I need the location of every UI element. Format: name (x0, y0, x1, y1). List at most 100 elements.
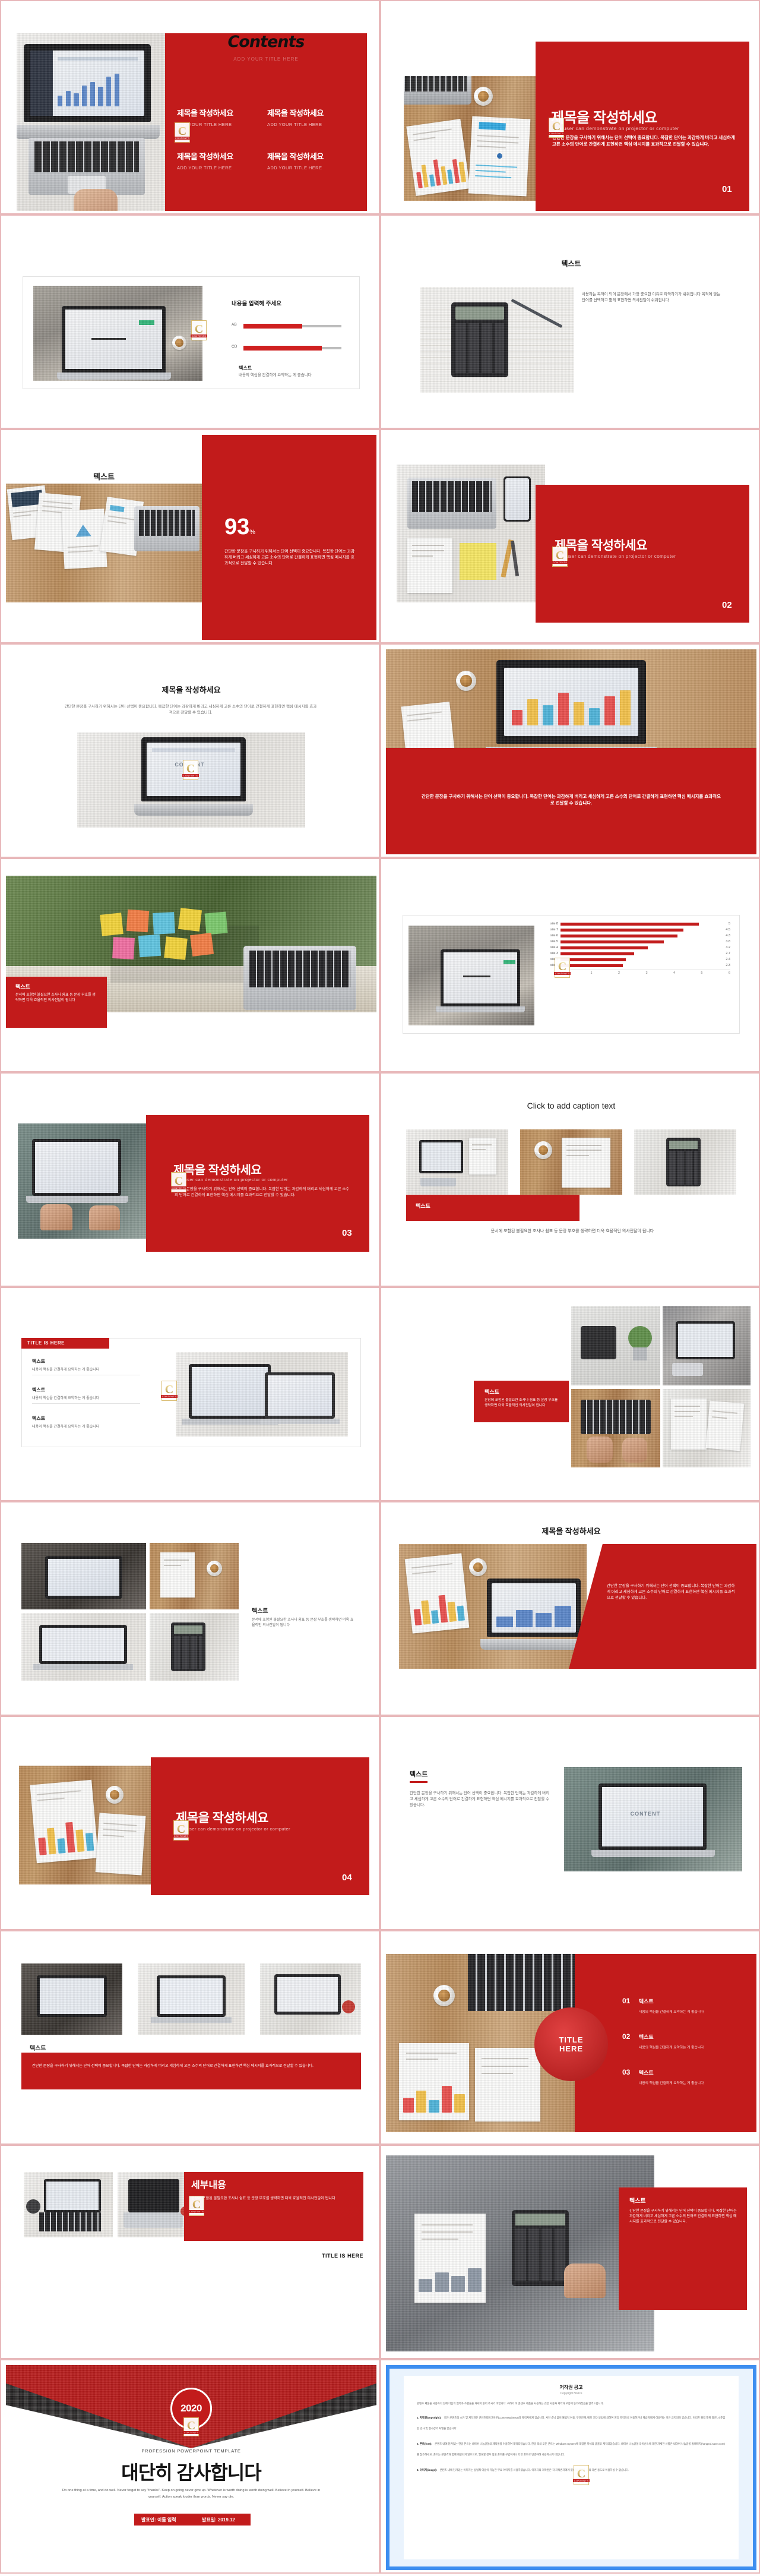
slide-bar-chart: site 8 5 site 7 4.5 site 6 4.3 site 5 3.8 si… (386, 864, 756, 1069)
slide-21-footer: TITLE IS HERE (321, 2253, 363, 2259)
copyright-title: 저작권 공고 (559, 2385, 583, 2390)
slide-cell-23[interactable]: 2020 C CONTENTS PROFESSION POWERPOINT TE… (0, 2359, 380, 2574)
slide-cell-21[interactable]: 세부내용 문장에 포함된 불필요한 조사나 쉼표 등 문장 부호를 생략하면 더… (0, 2145, 380, 2359)
copyright-section-1-text: 모든 콘텐츠의 소유 및 저작권은 콘텐츠테이크아웃(Contentstakeo… (417, 2416, 726, 2430)
copyright-section-2-text: 콘텐츠 내에 담겨있는 한글 폰트는 네이버 나눔글꼴의 제작물을 이용하여 제… (417, 2442, 725, 2457)
bar-row: site 3 2.7 (543, 952, 730, 955)
slide-cell-11[interactable]: 제목을 작성하세요 The user can demonstrate on pr… (0, 1072, 380, 1287)
list-item-1-title: 텍스트 (32, 1359, 46, 1364)
slide-cell-13[interactable]: TITLE IS HERE 텍스트 내용의 핵심을 간결하게 요약하는 게 좋습… (0, 1287, 380, 1501)
watermark-logo-icon: C CONTENTS (190, 320, 208, 340)
logo-letter: C (577, 2467, 586, 2480)
bar-value: 2.3 (726, 964, 730, 967)
slide-cell-06[interactable]: 제목을 작성하세요 The user can demonstrate on pr… (380, 429, 760, 643)
slide-cell-15[interactable]: 텍스트 문서에 포함된 불필요한 조사나 쉼표 등 문장 부호를 생략하면 더욱… (0, 1501, 380, 1716)
title-here-circle[interactable]: TITLE HERE (534, 2007, 608, 2081)
watermark-logo-icon: C CONTENTS (572, 2465, 590, 2485)
slide-text-photo-right: 텍스트 간단한 문장을 구사하기 위해서는 단어 선택이 중요합니다. 복잡한 … (386, 1722, 756, 1927)
slide-cell-04[interactable]: 텍스트 사용하는 목적이 되어 문장에서 가장 중요한 이유로 파악하기가 쉬워… (380, 214, 760, 429)
num-list-item-3[interactable]: 03 텍스트 내용의 핵심을 간결하게 요약하는 게 좋습니다 (622, 2067, 740, 2085)
slide-cell-03[interactable]: 내용을 입력해 주세요 AB CD 텍스트 내용의 핵심을 간결하게 요약하는 … (0, 214, 380, 429)
contents-item-2[interactable]: 제목을 작성하세요 ADD YOUR TITLE HERE (267, 107, 356, 127)
watermark-logo-icon: C CONTENTS (172, 1820, 190, 1841)
x-tick: 4 (673, 971, 675, 975)
year-label: 2020 (180, 2403, 202, 2414)
progress-bar-2-label: CD (232, 345, 238, 349)
section-03-number: 03 (342, 1228, 352, 1238)
section-03-body: 간단한 문장을 구사하기 위해서는 단어 선택이 중요합니다. 복잡한 단어는 … (175, 1187, 350, 1197)
photo-dark-desk (21, 1543, 146, 1609)
bar-value: 5 (728, 922, 730, 926)
slide-cell-20[interactable]: TITLE HERE 01 텍스트 내용의 핵심을 간결하게 요약하는 게 좋습… (380, 1930, 760, 2145)
logo-letter: C (555, 548, 565, 562)
slide-05-heading: 텍스트 (93, 472, 115, 481)
slide-22-heading: 텍스트 (629, 2198, 646, 2205)
num-list-item-1-num: 01 (622, 1997, 631, 2005)
slide-cell-10[interactable]: site 8 5 site 7 4.5 site 6 4.3 site 5 3.8 si… (380, 858, 760, 1072)
contents-item-1[interactable]: 제목을 작성하세요 ADD YOUR TITLE HERE (177, 107, 266, 127)
slide-09-heading: 텍스트 (15, 984, 30, 990)
office-docs-photo (6, 484, 202, 602)
copyright-section-1: 1. 저작권(copyright): 모든 콘텐츠의 소유 및 저작권은 콘텐츠… (417, 2411, 726, 2432)
slide-07-body: 간단한 문장을 구사하기 위해서는 단어 선택이 중요합니다. 복잡한 단어는 … (64, 705, 317, 715)
list-item-1[interactable]: 텍스트 내용의 핵심을 간결하게 요약하는 게 좋습니다 (32, 1358, 157, 1375)
slide-section-03: 제목을 작성하세요 The user can demonstrate on pr… (6, 1078, 376, 1283)
slide-cell-05[interactable]: 텍스트 93% 간단한 문장을 구사하기 위해서는 단어 선택이 중요합니다. … (0, 429, 380, 643)
slide-cell-01[interactable]: Contents ADD YOUR TITLE HERE 제목을 작성하세요 A… (0, 0, 380, 214)
slide-12-heading: Click to add caption text (527, 1101, 616, 1110)
laptop-illustration (17, 44, 160, 139)
caption-red-band (406, 1195, 580, 1221)
slide-title-is-here: TITLE IS HERE 텍스트 내용의 핵심을 간결하게 요약하는 게 좋습… (6, 1293, 376, 1498)
slide-cell-02[interactable]: 제목을 작성하세요 The user can demonstrate on pr… (380, 0, 760, 214)
slide-copyright: 저작권 공고 Copyright Notice 콘텐츠 제품을 사용하기 전에 … (386, 2365, 756, 2570)
slide-text-left-photos: 텍스트 문서에 포함된 불필요한 조사나 쉼표 등 문장 부호를 생략하면 더욱… (6, 1507, 376, 1712)
photo-laptop-apple (118, 2172, 192, 2237)
progress-bar-2 (243, 346, 341, 351)
list-item-2[interactable]: 텍스트 내용의 핵심을 간결하게 요약하는 게 좋습니다 (32, 1387, 157, 1404)
circle-line-2: HERE (559, 2044, 584, 2053)
copyright-section-3-head: 3. 이미지(image): (417, 2468, 438, 2472)
logo-letter: C (192, 2198, 201, 2211)
num-list-item-1[interactable]: 01 텍스트 내용의 핵심을 간결하게 요약하는 게 좋습니다 (622, 1996, 740, 2014)
contents-item-3[interactable]: 제목을 작성하세요 ADD YOUR TITLE HERE (177, 150, 266, 171)
slide-cell-24[interactable]: 저작권 공고 Copyright Notice 콘텐츠 제품을 사용하기 전에 … (380, 2359, 760, 2574)
slide-cell-12[interactable]: Click to add caption text 텍스트 문서에 포함된 불필… (380, 1072, 760, 1287)
contents-subheading: ADD YOUR TITLE HERE (233, 56, 299, 62)
copyright-section-3: 3. 이미지(image): 콘텐츠 내에 담겨있는 이미지는 상업적 이용이 … (417, 2463, 726, 2474)
logo-tag: CONTENTS (182, 774, 200, 777)
slide-cell-22[interactable]: 텍스트 간단한 문장을 구사하기 위해서는 단어 선택이 중요합니다. 복잡한 … (380, 2145, 760, 2359)
slide-cell-14[interactable]: 텍스트 문장에 포함된 불필요한 조사나 쉼표 등 문장 부호를 생략하면 더욱… (380, 1287, 760, 1501)
x-tick: 1 (590, 971, 593, 975)
slide-19-body: 간단한 문장을 구사하기 위해서는 단어 선택이 중요합니다. 복잡한 단어는 … (32, 2064, 314, 2068)
x-tick: 2 (618, 971, 620, 975)
list-item-3-body: 내용의 핵심을 간결하게 요약하는 게 좋습니다 (32, 1425, 100, 1429)
date-label: 발표일: 2019.12 (202, 2517, 235, 2523)
list-item-3[interactable]: 텍스트 내용의 핵심을 간결하게 요약하는 게 좋습니다 (32, 1415, 157, 1429)
meeting-photo (408, 926, 534, 1025)
slide-16-body: 간단한 문장을 구사하기 위해서는 단어 선택이 중요합니다. 복잡한 단어는 … (607, 1584, 735, 1600)
photo-tile-2 (520, 1129, 622, 1195)
photo-docs (663, 1389, 750, 1467)
slide-22-body: 간단한 문장을 구사하기 위해서는 단어 선택이 중요합니다. 복잡한 단어는 … (629, 2209, 737, 2224)
percent-body: 간단한 문장을 구사하기 위해서는 단어 선택이 중요합니다. 복잡한 단어는 … (224, 550, 354, 566)
num-list-item-2[interactable]: 02 텍스트 내용의 핵심을 간결하게 요약하는 게 좋습니다 (622, 2031, 740, 2050)
slide-cell-18[interactable]: 텍스트 간단한 문장을 구사하기 위해서는 단어 선택이 중요합니다. 복잡한 … (380, 1716, 760, 1930)
logo-letter: C (174, 1174, 183, 1188)
num-list-item-1-body: 내용의 핵심을 간결하게 요약하는 게 좋습니다 (639, 2010, 704, 2014)
num-list-item-3-num: 03 (622, 2068, 631, 2076)
contents-item-4-title: 제목을 작성하세요 (267, 152, 324, 161)
list-item-1-body: 내용의 핵심을 간결하게 요약하는 게 좋습니다 (32, 1368, 100, 1372)
logo-tag: CONTENTS (173, 136, 191, 140)
slide-cell-19[interactable]: 텍스트 간단한 문장을 구사하기 위해서는 단어 선택이 중요합니다. 복잡한 … (0, 1930, 380, 2145)
slide-cell-09[interactable]: 텍스트 문서에 포함된 불필요한 조사나 쉼표 등 문장 부호를 생략하면 더욱… (0, 858, 380, 1072)
contents-item-4[interactable]: 제목을 작성하세요 ADD YOUR TITLE HERE (267, 150, 356, 171)
list-item-2-title: 텍스트 (32, 1387, 46, 1393)
bar-label: site 6 (550, 934, 558, 937)
watermark-logo-icon: C CONTENTS (182, 760, 200, 780)
slide-cell-16[interactable]: 제목을 작성하세요 간단한 문장을 구사하기 위해서는 단어 선택이 중요합니다… (380, 1501, 760, 1716)
slide-cell-07[interactable]: 제목을 작성하세요 간단한 문장을 구사하기 위해서는 단어 선택이 중요합니다… (0, 643, 380, 858)
slide-cell-08[interactable]: 간단한 문장을 구사하기 위해서는 단어 선택이 중요합니다. 복잡한 단어는 … (380, 643, 760, 858)
slide-cell-17[interactable]: 제목을 작성하세요 The user can demonstrate on pr… (0, 1716, 380, 1930)
photo-desk-chart (19, 1766, 154, 1884)
photo-laptop-white (21, 1613, 146, 1681)
